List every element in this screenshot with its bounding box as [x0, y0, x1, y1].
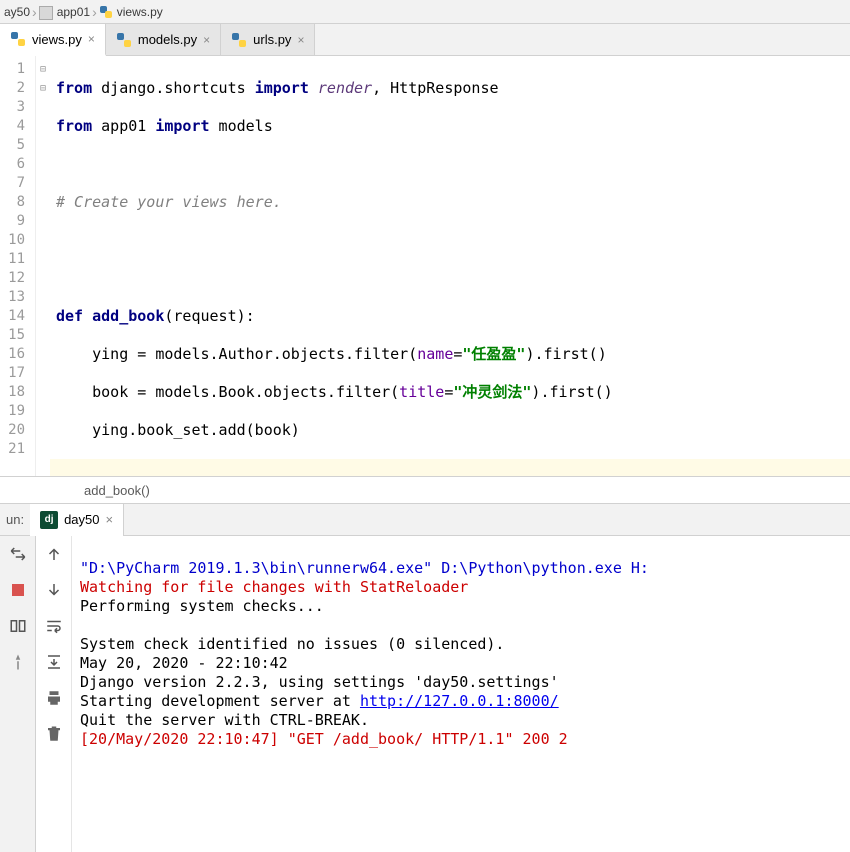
run-label: un:	[0, 512, 30, 527]
down-button[interactable]	[42, 578, 66, 602]
console-line: System check identified no issues (0 sil…	[80, 635, 504, 653]
console-tool-column	[36, 536, 72, 852]
delete-button[interactable]	[42, 722, 66, 746]
code-editor[interactable]: 123456789101112131415161718192021 ⊟ ⊟ fr…	[0, 56, 850, 476]
django-icon: dj	[40, 511, 58, 529]
python-file-icon	[231, 32, 247, 48]
editor-tabs: views.py × models.py × urls.py ×	[0, 24, 850, 56]
context-info: add_book()	[0, 476, 850, 504]
tab-urls[interactable]: urls.py ×	[221, 24, 315, 55]
tab-views[interactable]: views.py ×	[0, 24, 106, 56]
console-line: Starting development server at	[80, 692, 360, 710]
console-line: "D:\PyCharm 2019.1.3\bin\runnerw64.exe" …	[80, 559, 649, 577]
breadcrumb-item[interactable]: app01	[57, 5, 90, 19]
run-config-name: day50	[64, 512, 99, 527]
tab-label: views.py	[32, 32, 82, 47]
breadcrumb: ay50 › app01 › views.py	[0, 0, 850, 24]
run-tool-column	[0, 536, 36, 852]
close-icon[interactable]: ×	[203, 33, 210, 47]
stop-button[interactable]	[6, 578, 30, 602]
close-icon[interactable]: ×	[106, 512, 114, 527]
tab-label: urls.py	[253, 32, 291, 47]
python-file-icon	[99, 5, 113, 19]
tab-label: models.py	[138, 32, 197, 47]
close-icon[interactable]: ×	[88, 32, 95, 46]
line-gutter: 123456789101112131415161718192021	[0, 56, 36, 476]
fold-gutter[interactable]: ⊟ ⊟	[36, 56, 50, 476]
run-config-tab[interactable]: dj day50 ×	[30, 504, 124, 536]
folder-icon	[39, 6, 53, 20]
rerun-button[interactable]	[6, 542, 30, 566]
python-file-icon	[10, 31, 26, 47]
console-output[interactable]: "D:\PyCharm 2019.1.3\bin\runnerw64.exe" …	[72, 536, 850, 852]
console-line: Performing system checks...	[80, 597, 324, 615]
layout-button[interactable]	[6, 614, 30, 638]
scroll-to-end-button[interactable]	[42, 650, 66, 674]
breadcrumb-item[interactable]: views.py	[117, 5, 163, 19]
run-toolbar: un: dj day50 ×	[0, 504, 850, 536]
python-file-icon	[116, 32, 132, 48]
pin-button[interactable]	[6, 650, 30, 674]
wrap-button[interactable]	[42, 614, 66, 638]
context-path: add_book()	[84, 483, 150, 498]
print-button[interactable]	[42, 686, 66, 710]
chevron-right-icon: ›	[32, 4, 37, 20]
up-button[interactable]	[42, 542, 66, 566]
code-area[interactable]: from django.shortcuts import render, Htt…	[50, 56, 850, 476]
console-line: Django version 2.2.3, using settings 'da…	[80, 673, 559, 691]
console-line: Watching for file changes with StatReloa…	[80, 578, 468, 596]
console-line: Quit the server with CTRL-BREAK.	[80, 711, 369, 729]
console-panel: "D:\PyCharm 2019.1.3\bin\runnerw64.exe" …	[0, 536, 850, 852]
chevron-right-icon: ›	[92, 4, 97, 20]
tab-models[interactable]: models.py ×	[106, 24, 221, 55]
console-line: May 20, 2020 - 22:10:42	[80, 654, 288, 672]
close-icon[interactable]: ×	[297, 33, 304, 47]
server-url-link[interactable]: http://127.0.0.1:8000/	[360, 692, 559, 710]
breadcrumb-item[interactable]: ay50	[4, 5, 30, 19]
console-line: [20/May/2020 22:10:47] "GET /add_book/ H…	[80, 730, 568, 748]
